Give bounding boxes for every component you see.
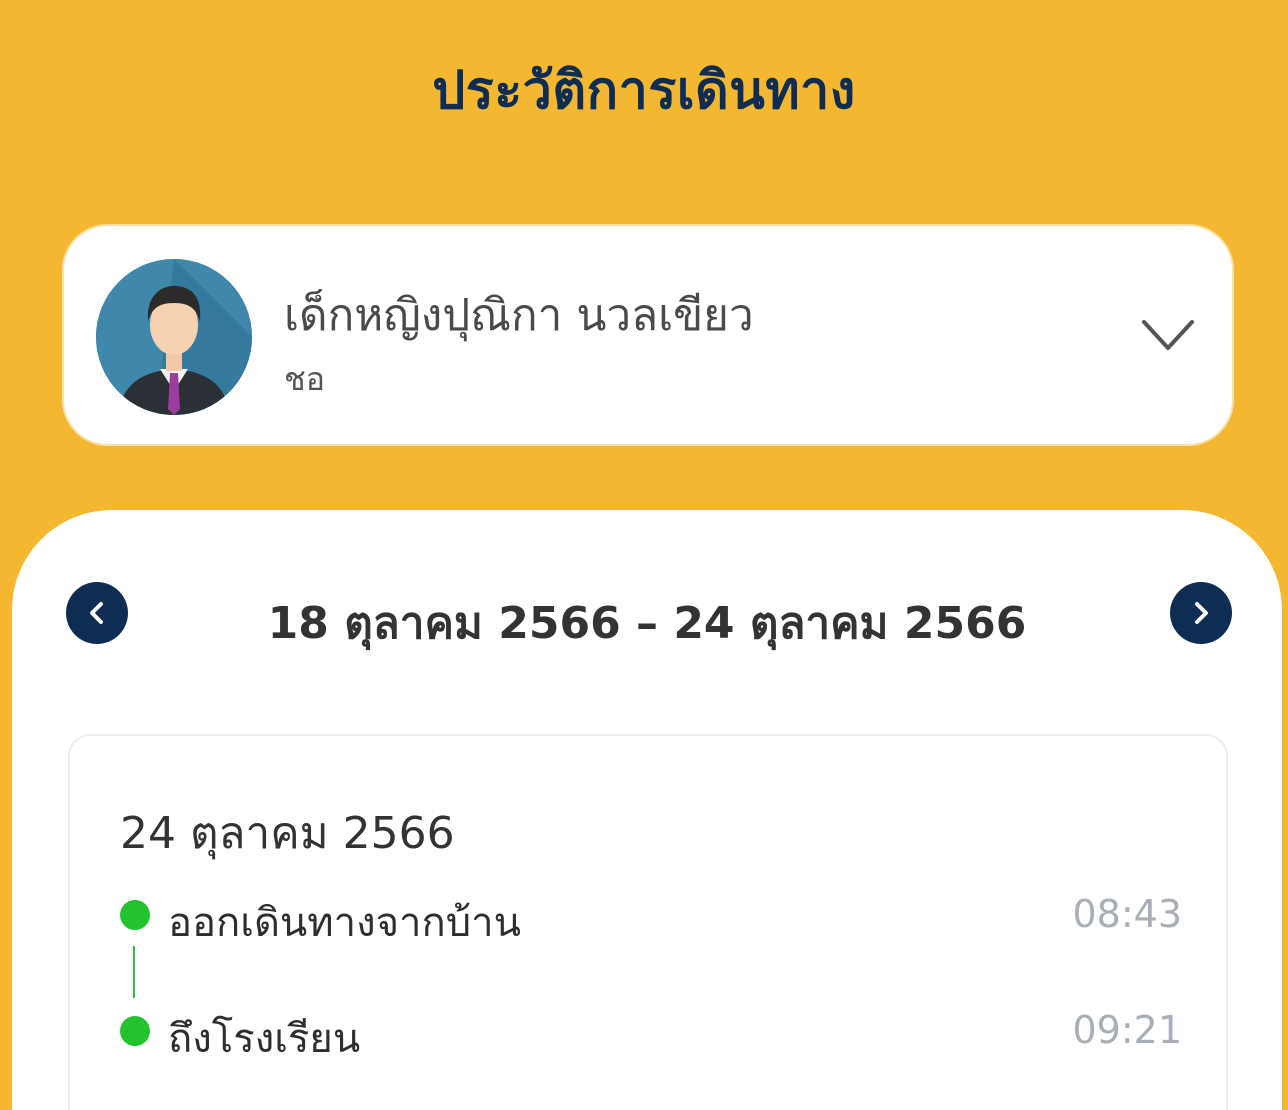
next-week-button[interactable] <box>1170 582 1232 644</box>
avatar <box>96 259 252 415</box>
status-dot-icon <box>120 1016 150 1046</box>
child-nickname: ชอ <box>284 360 325 398</box>
event-label: ออกเดินทางจากบ้าน <box>168 900 521 946</box>
event-time: 09:21 <box>1072 1008 1182 1052</box>
timeline-connector <box>133 946 135 998</box>
day-date: 24 ตุลาคม 2566 <box>120 808 455 859</box>
list-item: ถึงโรงเรียน 09:21 <box>120 1006 1182 1062</box>
day-card: 24 ตุลาคม 2566 ออกเดินทางจากบ้าน 08:43 ถ… <box>68 734 1228 1110</box>
child-name: เด็กหญิงปุณิกา นวลเขียว <box>284 290 754 341</box>
history-panel: 18 ตุลาคม 2566 – 24 ตุลาคม 2566 24 ตุลาค… <box>12 510 1282 1110</box>
date-range: 18 ตุลาคม 2566 – 24 ตุลาคม 2566 <box>267 598 1027 649</box>
event-time: 08:43 <box>1072 892 1182 936</box>
child-selector[interactable]: เด็กหญิงปุณิกา นวลเขียว ชอ <box>64 226 1232 444</box>
list-item: ออกเดินทางจากบ้าน 08:43 <box>120 890 1182 946</box>
chevron-right-icon <box>1195 602 1208 624</box>
businessman-avatar-icon <box>96 259 252 415</box>
chevron-down-icon[interactable] <box>1140 316 1196 356</box>
travel-history-screen: ประวัติการเดินทาง เด็กหญิงปุณิกา นวลเขีย… <box>0 0 1288 1110</box>
event-label: ถึงโรงเรียน <box>168 1016 361 1062</box>
status-dot-icon <box>120 900 150 930</box>
page-title: ประวัติการเดินทาง <box>432 61 856 121</box>
